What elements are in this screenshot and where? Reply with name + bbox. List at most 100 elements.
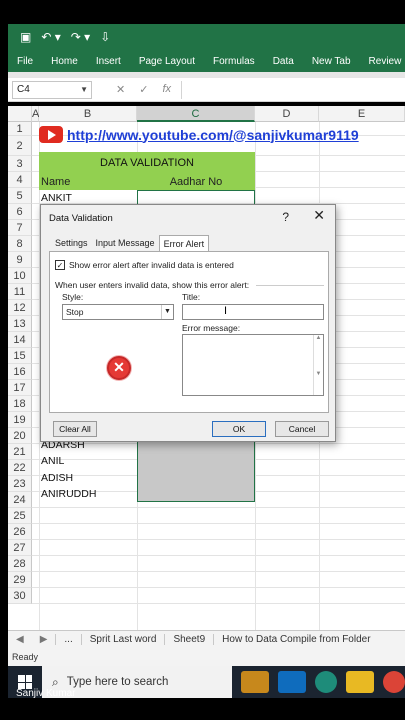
chrome-app-icon[interactable]	[383, 671, 405, 693]
tab-home[interactable]: Home	[42, 56, 87, 67]
select-all-corner[interactable]	[8, 106, 32, 122]
row-header[interactable]: 27	[8, 540, 32, 556]
row-header[interactable]: 2	[8, 136, 32, 156]
title-input[interactable]	[182, 304, 324, 320]
row-header[interactable]: 1	[8, 122, 32, 136]
close-icon[interactable]: ✕	[313, 207, 325, 224]
row-header[interactable]: 9	[8, 252, 32, 268]
style-label: Style:	[62, 292, 84, 302]
row-header[interactable]: 19	[8, 412, 32, 428]
aadhar-column-header[interactable]: Aadhar No	[137, 174, 255, 190]
tab-new-tab[interactable]: New Tab	[303, 56, 360, 67]
tab-error-alert[interactable]: Error Alert	[158, 235, 210, 252]
outlook-app-icon[interactable]	[278, 671, 306, 693]
row-header[interactable]: 4	[8, 172, 32, 188]
cell-b21[interactable]: ADISH	[39, 472, 73, 484]
gridline	[32, 507, 405, 508]
tab-data[interactable]: Data	[264, 56, 303, 67]
cell-b20[interactable]: ANIL	[39, 455, 64, 467]
name-column-header[interactable]: Name	[39, 174, 137, 190]
file-explorer-icon[interactable]	[346, 671, 374, 693]
windows-start-icon[interactable]	[18, 675, 32, 689]
row-header[interactable]: 11	[8, 284, 32, 300]
enter-icon[interactable]: ✓	[139, 83, 148, 96]
row-header[interactable]: 26	[8, 524, 32, 540]
more-sheets-button[interactable]: ...	[55, 634, 80, 645]
row-header[interactable]: 23	[8, 476, 32, 492]
name-box[interactable]: C4 ▼	[12, 80, 92, 99]
youtube-link-row: http://www.youtube.com/@sanjivkumar9119	[39, 126, 359, 143]
show-alert-option[interactable]: ✓ Show error alert after invalid data is…	[55, 260, 234, 270]
save-icon[interactable]: ▣	[20, 30, 31, 44]
function-icon[interactable]: fx	[162, 83, 171, 96]
customize-icon[interactable]: ⇩	[100, 30, 110, 44]
formula-icons: ✕ ✓ fx	[116, 83, 171, 96]
cancel-button[interactable]: Cancel	[275, 421, 329, 437]
row-header[interactable]: 12	[8, 300, 32, 316]
formula-input[interactable]	[181, 80, 405, 99]
data-validation-header[interactable]: DATA VALIDATION	[39, 152, 255, 174]
error-message-input[interactable]: ▲ ▼	[182, 334, 324, 396]
text-cursor-icon: I	[224, 305, 228, 317]
edge-app-icon[interactable]	[315, 671, 337, 693]
row-header[interactable]: 20	[8, 428, 32, 444]
sheet-tab-data-compile[interactable]: How to Data Compile from Folder	[213, 634, 378, 645]
stop-error-icon: ✕	[107, 356, 131, 380]
tab-file[interactable]: File	[8, 56, 42, 67]
redo-icon[interactable]: ↷ ▾	[71, 30, 90, 44]
tab-insert[interactable]: Insert	[87, 56, 130, 67]
style-select[interactable]: Stop ▼	[62, 304, 174, 320]
cancel-icon[interactable]: ✕	[116, 83, 125, 96]
ribbon-tabs: File Home Insert Page Layout Formulas Da…	[8, 50, 405, 72]
column-header-b[interactable]: B	[39, 106, 137, 122]
youtube-link[interactable]: http://www.youtube.com/@sanjivkumar9119	[67, 127, 359, 143]
row-header[interactable]: 17	[8, 380, 32, 396]
row-header[interactable]: 25	[8, 508, 32, 524]
row-header[interactable]: 22	[8, 460, 32, 476]
row-header[interactable]: 13	[8, 316, 32, 332]
clear-all-button[interactable]: Clear All	[53, 421, 97, 437]
gridline	[32, 571, 405, 572]
row-header[interactable]: 3	[8, 156, 32, 172]
chevron-down-icon[interactable]: ▼	[161, 305, 173, 319]
ok-button[interactable]: OK	[212, 421, 266, 437]
message-scrollbar[interactable]: ▲ ▼	[313, 335, 323, 395]
row-header[interactable]: 28	[8, 556, 32, 572]
chevron-down-icon[interactable]: ▼	[80, 82, 88, 98]
row-header[interactable]: 29	[8, 572, 32, 588]
sheet-tab-sprit-last-word[interactable]: Sprit Last word	[80, 634, 165, 645]
show-alert-checkbox[interactable]: ✓	[55, 260, 65, 270]
tab-formulas[interactable]: Formulas	[204, 56, 264, 67]
sheet-tab-sheet9[interactable]: Sheet9	[164, 634, 213, 645]
row-header[interactable]: 7	[8, 220, 32, 236]
row-header[interactable]: 10	[8, 268, 32, 284]
row-header[interactable]: 24	[8, 492, 32, 508]
cell-b4[interactable]: ANKIT	[39, 192, 72, 204]
column-header-a[interactable]: A	[32, 106, 39, 122]
row-header[interactable]: 15	[8, 348, 32, 364]
row-header[interactable]: 21	[8, 444, 32, 460]
column-header-e[interactable]: E	[319, 106, 405, 122]
row-header[interactable]: 18	[8, 396, 32, 412]
instruction-text: When user enters invalid data, show this…	[55, 280, 250, 290]
tab-input-message[interactable]: Input Message	[92, 235, 159, 252]
column-header-c[interactable]: C	[137, 106, 255, 122]
row-header[interactable]: 30	[8, 588, 32, 604]
cell-b22[interactable]: ANIRUDDH	[39, 488, 96, 500]
tab-settings[interactable]: Settings	[51, 235, 92, 252]
row-header[interactable]: 16	[8, 364, 32, 380]
undo-icon[interactable]: ↶ ▾	[41, 30, 60, 44]
search-placeholder: Type here to search	[66, 676, 169, 688]
row-header[interactable]: 5	[8, 188, 32, 204]
row-header[interactable]: 8	[8, 236, 32, 252]
help-icon[interactable]: ?	[282, 210, 289, 224]
scroll-left-icon[interactable]: ◀	[8, 634, 32, 645]
tab-review[interactable]: Review	[360, 56, 405, 67]
scroll-right-icon[interactable]: ▶	[32, 634, 56, 645]
gridline	[32, 539, 405, 540]
row-header[interactable]: 6	[8, 204, 32, 220]
column-header-d[interactable]: D	[255, 106, 319, 122]
row-header[interactable]: 14	[8, 332, 32, 348]
tab-page-layout[interactable]: Page Layout	[130, 56, 204, 67]
briefcase-app-icon[interactable]	[241, 671, 269, 693]
